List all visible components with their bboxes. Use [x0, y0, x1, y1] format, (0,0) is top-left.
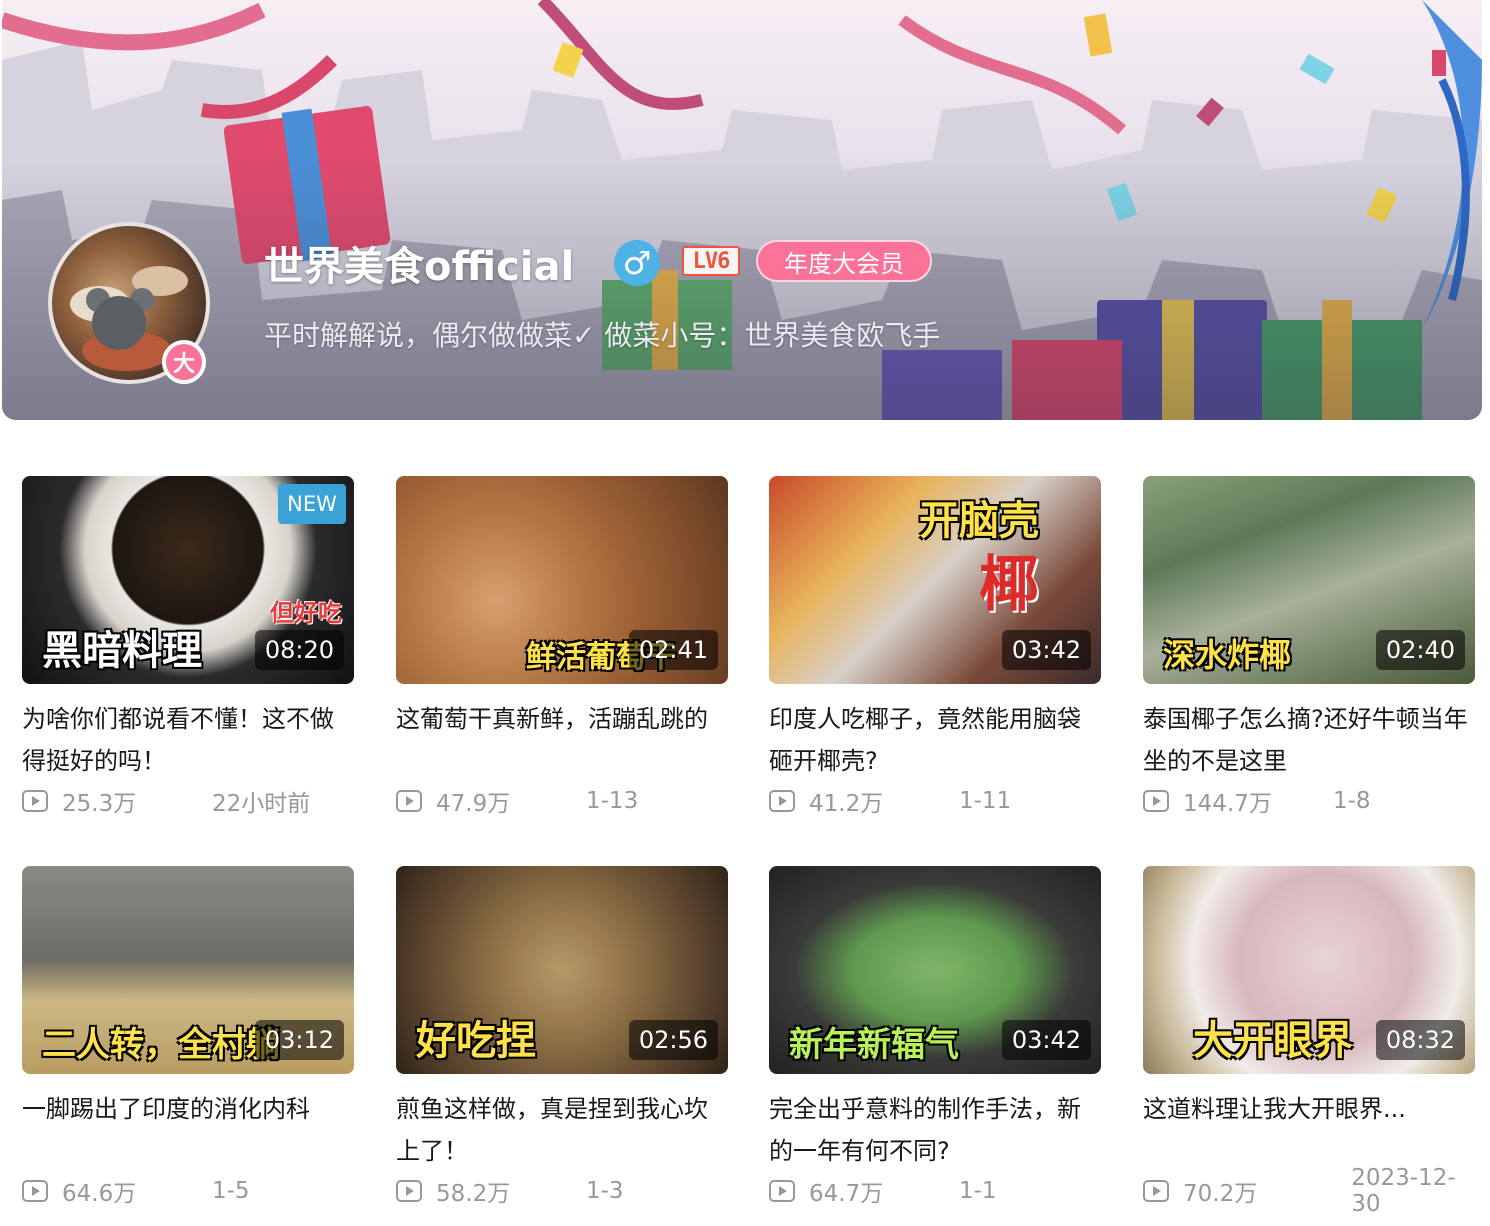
thumbnail-overlay-text: 大开眼界 — [1193, 1018, 1353, 1064]
view-count: 47.9万 — [436, 791, 511, 817]
avatar-vip-badge: 大 — [162, 340, 206, 384]
video-card[interactable]: NEW 黑暗料理 但好吃 08:20 为啥你们都说看不懂！这不做得挺好的吗！ 2… — [22, 476, 354, 836]
video-thumbnail[interactable]: 深水炸椰 02:40 — [1143, 476, 1475, 684]
video-meta: 64.6万 1-5 — [22, 1176, 358, 1207]
play-count-icon — [22, 790, 48, 812]
video-duration: 02:40 — [1375, 630, 1465, 670]
video-title[interactable]: 为啥你们都说看不懂！这不做得挺好的吗！ — [22, 698, 354, 782]
video-meta: 64.7万 1-1 — [769, 1176, 1105, 1207]
video-duration: 03:42 — [1001, 1020, 1091, 1060]
publish-date: 22小时前 — [212, 791, 311, 817]
play-count-icon — [1143, 1180, 1169, 1202]
publish-date: 1-13 — [586, 788, 639, 814]
play-count-icon — [769, 1180, 795, 1202]
thumbnail-overlay-text: 深水炸椰 — [1163, 636, 1292, 674]
username: 世界美食official — [264, 244, 575, 290]
publish-date: 1-3 — [586, 1178, 624, 1204]
play-count-icon — [769, 790, 795, 812]
video-duration: 03:42 — [1001, 630, 1091, 670]
video-duration: 02:56 — [628, 1020, 718, 1060]
video-title[interactable]: 这道料理让我大开眼界... — [1143, 1088, 1475, 1130]
video-title[interactable]: 煎鱼这样做，真是捏到我心坎上了！ — [396, 1088, 728, 1172]
video-meta: 41.2万 1-11 — [769, 786, 1105, 817]
video-meta: 70.2万 2023-12-30 — [1143, 1165, 1479, 1217]
thumbnail-overlay-text: 新年新辐气 — [789, 1025, 959, 1065]
thumbnail-overlay-text: 二人转，全村躺 — [42, 1025, 280, 1065]
video-card[interactable]: 大开眼界 08:32 这道料理让我大开眼界... 70.2万 2023-12-3… — [1143, 866, 1475, 1226]
video-title[interactable]: 这葡萄干真新鲜，活蹦乱跳的 — [396, 698, 728, 740]
level-badge: LV6 — [682, 246, 740, 276]
video-thumbnail[interactable]: 新年新辐气 03:42 — [769, 866, 1101, 1074]
video-card[interactable]: 鲜活葡萄干 02:41 这葡萄干真新鲜，活蹦乱跳的 47.9万 1-13 — [396, 476, 728, 836]
video-thumbnail[interactable]: 好吃捏 02:56 — [396, 866, 728, 1074]
video-card[interactable]: 二人转，全村躺 03:12 一脚踢出了印度的消化内科 64.6万 1-5 — [22, 866, 354, 1226]
publish-date: 1-1 — [959, 1178, 997, 1204]
publish-date: 1-11 — [959, 788, 1012, 814]
play-count-icon — [396, 790, 422, 812]
play-count-icon — [396, 1180, 422, 1202]
thumbnail-overlay-text: 好吃捏 — [416, 1018, 536, 1064]
video-meta: 144.7万 1-8 — [1143, 786, 1479, 817]
view-count: 64.6万 — [62, 1181, 137, 1207]
play-count-icon — [22, 1180, 48, 1202]
view-count: 41.2万 — [809, 791, 884, 817]
view-count: 144.7万 — [1183, 791, 1272, 817]
video-meta: 58.2万 1-3 — [396, 1176, 732, 1207]
video-title[interactable]: 完全出乎意料的制作手法，新的一年有何不同? — [769, 1088, 1101, 1172]
video-thumbnail[interactable]: 大开眼界 08:32 — [1143, 866, 1475, 1074]
video-meta: 47.9万 1-13 — [396, 786, 732, 817]
video-duration: 03:12 — [254, 1020, 344, 1060]
thumbnail-overlay-text: 黑暗料理 — [42, 628, 202, 674]
video-thumbnail[interactable]: 开脑壳 椰 03:42 — [769, 476, 1101, 684]
view-count: 64.7万 — [809, 1181, 884, 1207]
banner-shade — [2, 160, 1482, 420]
publish-date: 2023-12-30 — [1351, 1165, 1456, 1217]
view-count: 58.2万 — [436, 1181, 511, 1207]
profile-banner: 大 世界美食official ♂ LV6 年度大会员 平时解解说，偶尔做做菜✓ … — [2, 0, 1482, 420]
view-count: 25.3万 — [62, 791, 137, 817]
video-thumbnail[interactable]: 鲜活葡萄干 02:41 — [396, 476, 728, 684]
video-title[interactable]: 泰国椰子怎么摘?还好牛顿当年坐的不是这里 — [1143, 698, 1475, 782]
video-meta: 25.3万 22小时前 — [22, 786, 358, 817]
video-thumbnail[interactable]: 二人转，全村躺 03:12 — [22, 866, 354, 1074]
thumbnail-overlay-tag: 但好吃 — [270, 599, 342, 627]
publish-date: 1-5 — [212, 1178, 250, 1204]
video-card[interactable]: 深水炸椰 02:40 泰国椰子怎么摘?还好牛顿当年坐的不是这里 144.7万 1… — [1143, 476, 1475, 836]
video-card[interactable]: 好吃捏 02:56 煎鱼这样做，真是捏到我心坎上了！ 58.2万 1-3 — [396, 866, 728, 1226]
male-gender-icon: ♂ — [614, 240, 660, 286]
thumbnail-overlay-tag: 椰 — [979, 550, 1039, 620]
video-title[interactable]: 印度人吃椰子，竟然能用脑袋砸开椰壳? — [769, 698, 1101, 782]
play-count-icon — [1143, 790, 1169, 812]
video-card[interactable]: 新年新辐气 03:42 完全出乎意料的制作手法，新的一年有何不同? 64.7万 … — [769, 866, 1101, 1226]
video-duration: 08:20 — [254, 630, 344, 670]
video-thumbnail[interactable]: NEW 黑暗料理 但好吃 08:20 — [22, 476, 354, 684]
new-badge: NEW — [278, 484, 346, 524]
video-title[interactable]: 一脚踢出了印度的消化内科 — [22, 1088, 354, 1130]
video-card[interactable]: 开脑壳 椰 03:42 印度人吃椰子，竟然能用脑袋砸开椰壳? 41.2万 1-1… — [769, 476, 1101, 836]
publish-date: 1-8 — [1333, 788, 1371, 814]
vip-badge[interactable]: 年度大会员 — [756, 240, 932, 282]
signature: 平时解解说，偶尔做做菜✓ 做菜小号：世界美食欧飞手 — [264, 319, 941, 352]
video-duration: 08:32 — [1375, 1020, 1465, 1060]
view-count: 70.2万 — [1183, 1181, 1258, 1207]
video-duration: 02:41 — [628, 630, 718, 670]
